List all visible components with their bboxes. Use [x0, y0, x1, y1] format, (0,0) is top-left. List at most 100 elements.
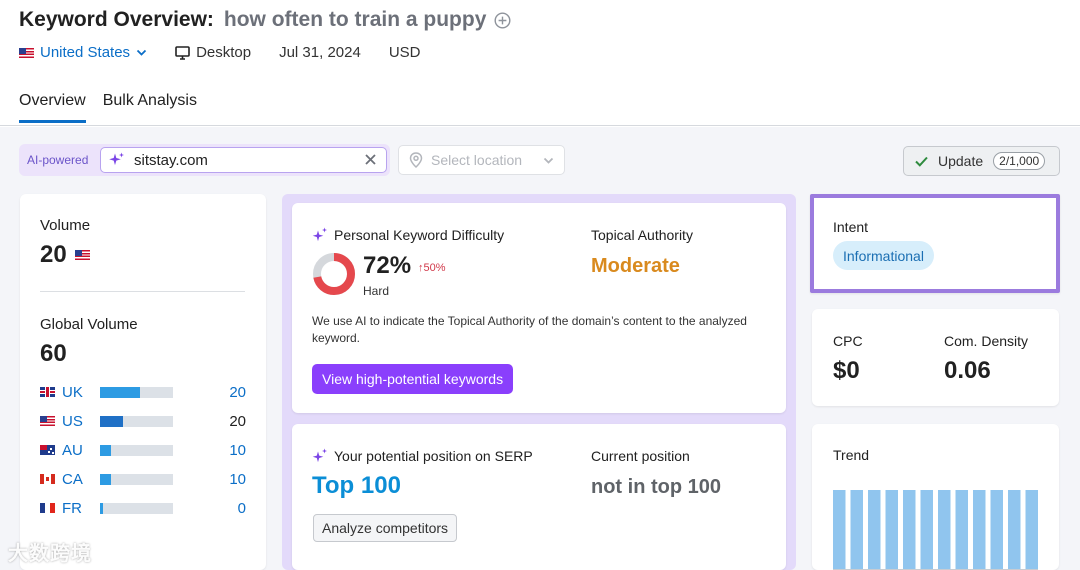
trend-bar	[990, 490, 1003, 570]
us-flag-icon	[74, 250, 90, 260]
domain-input[interactable]: sitstay.com	[100, 147, 387, 173]
country-row-ca: CA 10	[40, 470, 246, 488]
watermark: 大数跨境	[8, 543, 92, 565]
com-density-value: 0.06	[944, 357, 991, 384]
volume-bar	[100, 445, 173, 456]
tab-bar: Overview Bulk Analysis	[19, 92, 214, 123]
trend-bar	[973, 490, 986, 570]
uk-flag-icon	[40, 387, 55, 397]
country-selector[interactable]: United States	[40, 44, 130, 61]
intent-badge[interactable]: Informational	[833, 241, 934, 270]
us-flag-icon	[40, 416, 55, 426]
country-row-uk: UK 20	[40, 383, 246, 401]
country-row-au: AU 10	[40, 441, 246, 459]
country-count: 20	[229, 412, 246, 430]
volume-label: Volume	[40, 217, 91, 234]
country-code[interactable]: US	[62, 413, 100, 430]
country-code[interactable]: CA	[62, 471, 100, 488]
volume-bar-fill	[100, 387, 141, 398]
country-count[interactable]: 0	[238, 500, 246, 517]
chevron-down-icon	[543, 157, 554, 164]
trend-bar	[1008, 490, 1021, 570]
device-info: Desktop	[175, 44, 251, 61]
sparkle-icon	[312, 448, 327, 463]
country-row-fr: FR 0	[40, 499, 246, 517]
trend-bar	[833, 490, 846, 570]
serp-title: Your potential position on SERP	[334, 448, 533, 464]
au-flag-icon	[40, 445, 55, 455]
serp-position-value: Top 100	[312, 472, 401, 499]
analyze-competitors-button[interactable]: Analyze competitors	[313, 514, 458, 542]
trend-bar	[868, 490, 881, 570]
date-label: Jul 31, 2024	[279, 44, 361, 61]
global-volume-value: 60	[40, 340, 67, 367]
trend-bar	[955, 490, 968, 570]
page-header: Keyword Overview: how often to train a p…	[0, 0, 1080, 126]
us-flag-icon	[19, 47, 34, 58]
domain-value: sitstay.com	[134, 151, 208, 169]
volume-bar-fill	[100, 416, 124, 427]
volume-card: Volume 20 Global Volume 60 UK 20 US 20 A…	[20, 194, 266, 570]
meta-row: United States Desktop Jul 31, 2024 USD	[19, 44, 421, 61]
country-count[interactable]: 10	[229, 471, 246, 488]
intent-card: Intent Informational	[810, 194, 1060, 293]
sparkle-icon	[312, 227, 327, 242]
country-count[interactable]: 10	[229, 442, 246, 459]
page-title: Keyword Overview:	[19, 8, 214, 31]
volume-bar	[100, 416, 173, 427]
device-label: Desktop	[196, 44, 252, 61]
trend-bar	[850, 490, 863, 570]
cpc-label: CPC	[833, 333, 863, 349]
fr-flag-icon	[40, 503, 55, 513]
difficulty-title: Personal Keyword Difficulty	[334, 227, 505, 243]
difficulty-value: 72%	[363, 252, 412, 279]
update-quota-badge: 2/1,000	[993, 152, 1046, 170]
intent-label: Intent	[833, 219, 869, 235]
update-label: Update	[938, 153, 984, 169]
trend-bar	[1025, 490, 1038, 570]
title-row: Keyword Overview: how often to train a p…	[19, 8, 511, 32]
difficulty-donut	[313, 253, 355, 295]
country-code[interactable]: FR	[62, 500, 100, 517]
volume-value: 20	[40, 241, 67, 268]
divider	[40, 291, 245, 292]
com-density-label: Com. Density	[944, 333, 1029, 349]
location-select[interactable]: Select location	[398, 145, 565, 175]
tab-overview[interactable]: Overview	[19, 92, 86, 123]
tab-bulk-analysis[interactable]: Bulk Analysis	[103, 92, 197, 123]
ca-flag-icon	[40, 474, 55, 484]
trend-chart	[833, 490, 1038, 570]
check-icon	[915, 156, 928, 167]
difficulty-level: Hard	[363, 284, 390, 298]
chevron-down-icon[interactable]	[136, 47, 147, 58]
volume-bar	[100, 387, 173, 398]
country-row-us: US 20	[40, 412, 246, 430]
country-code[interactable]: UK	[62, 384, 100, 401]
update-button[interactable]: Update 2/1,000	[903, 146, 1060, 176]
volume-bar	[100, 474, 173, 485]
keyword-title: how often to train a puppy	[223, 8, 487, 31]
serp-title-row: Your potential position on SERP	[312, 448, 533, 464]
volume-bar-fill	[100, 445, 111, 456]
trend-card: Trend	[812, 424, 1059, 570]
trend-label: Trend	[833, 447, 870, 463]
trend-bar	[920, 490, 933, 570]
add-circle-icon[interactable]	[494, 11, 511, 29]
difficulty-note: We use AI to indicate the Topical Author…	[312, 314, 747, 345]
country-code[interactable]: AU	[62, 442, 100, 459]
view-keywords-button[interactable]: View high-potential keywords	[312, 364, 514, 394]
topical-authority-label: Topical Authority	[591, 227, 693, 243]
cpc-value: $0	[833, 357, 860, 384]
difficulty-card: Personal Keyword Difficulty 72% ↑50% Har…	[292, 203, 786, 413]
trend-bar	[938, 490, 951, 570]
trend-bar	[885, 490, 898, 570]
volume-value-row: 20	[40, 241, 90, 269]
country-count[interactable]: 20	[229, 384, 246, 401]
location-pin-icon	[409, 152, 423, 168]
volume-bar	[100, 503, 173, 514]
page-body: AI-powered sitstay.com Select location U…	[0, 127, 1080, 570]
volume-bar-fill	[100, 474, 111, 485]
location-placeholder: Select location	[431, 152, 523, 168]
clear-icon[interactable]	[364, 153, 377, 166]
trend-bar	[903, 490, 916, 570]
